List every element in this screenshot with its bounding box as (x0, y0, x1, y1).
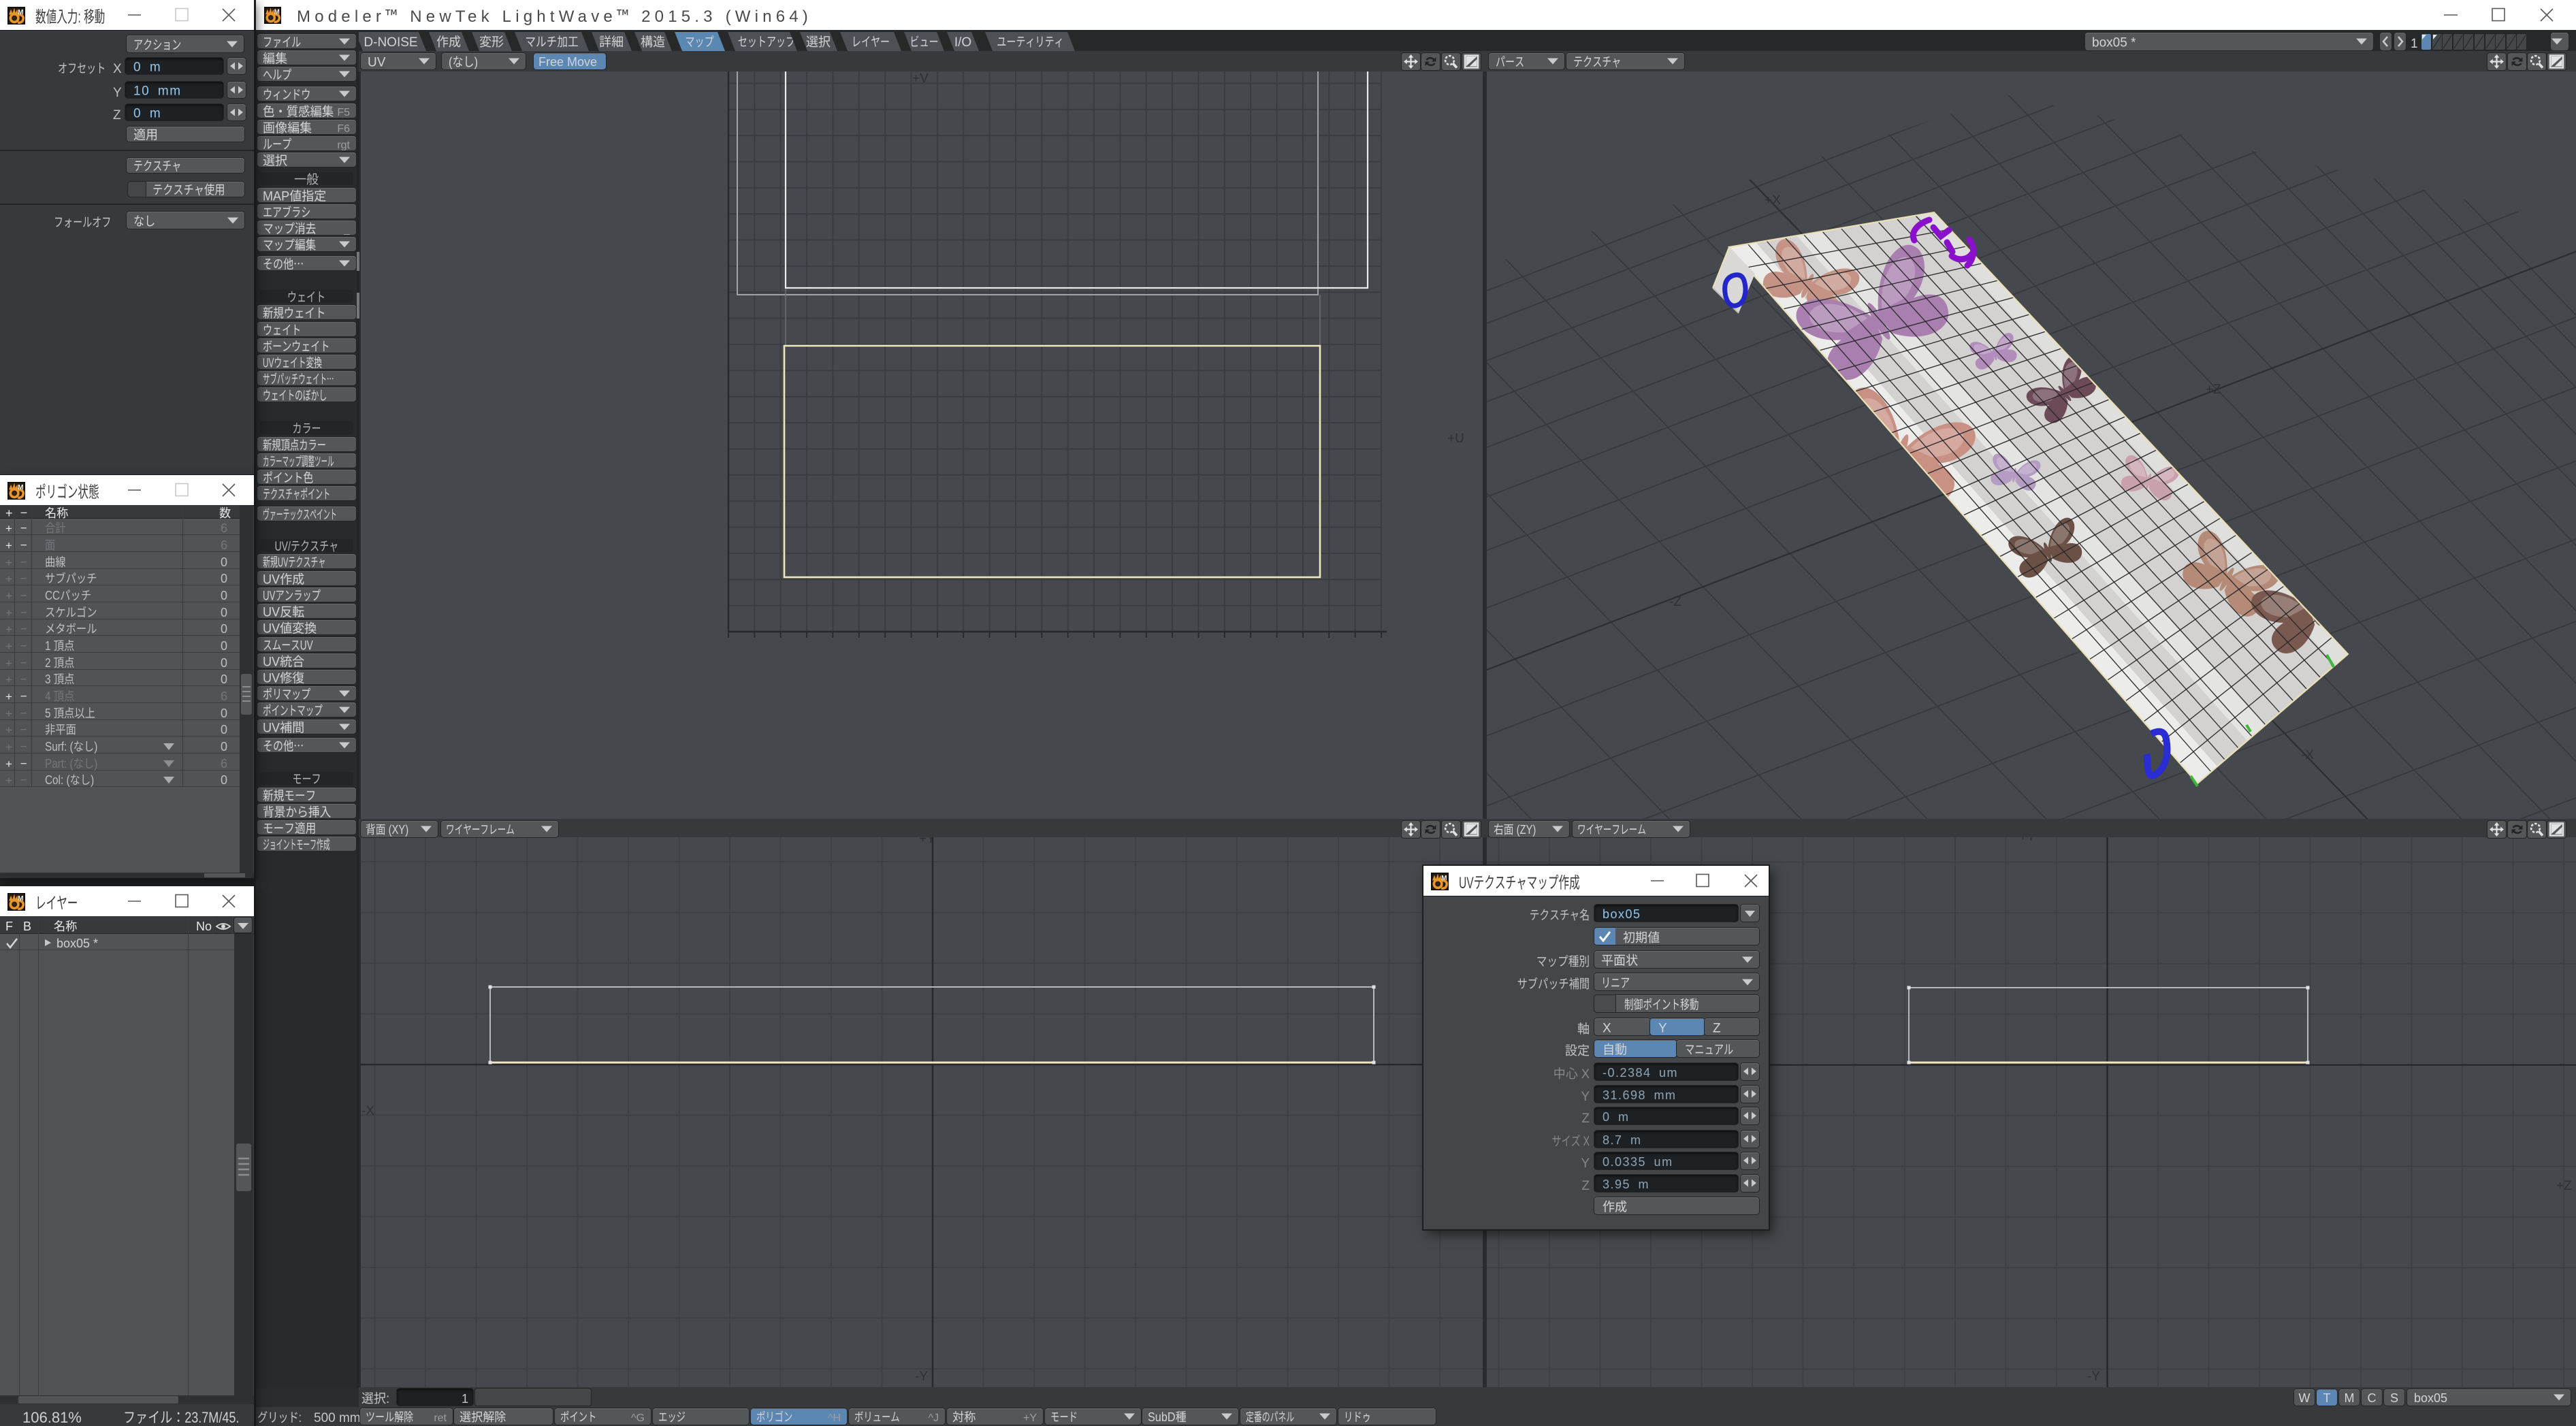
svg-text:+V: +V (912, 71, 929, 86)
svg-text:-X: -X (361, 1101, 374, 1119)
svg-text:M: M (18, 9, 23, 16)
svg-text:+Z: +Z (2556, 1176, 2572, 1194)
svg-text:M: M (1441, 875, 1447, 882)
svg-text:-Z: -Z (1669, 592, 1681, 610)
svg-text:-X: -X (2301, 745, 2314, 763)
svg-text:+Y: +Y (919, 836, 935, 847)
svg-text:+U: +U (1447, 428, 1464, 447)
svg-text:-Y: -Y (2087, 1366, 2100, 1384)
svg-text:M: M (18, 484, 23, 491)
svg-text:+X: +X (1765, 190, 1781, 208)
svg-text:-Y: -Y (915, 1366, 928, 1384)
svg-text:M: M (18, 895, 23, 903)
svg-text:+Z: +Z (2206, 379, 2221, 398)
